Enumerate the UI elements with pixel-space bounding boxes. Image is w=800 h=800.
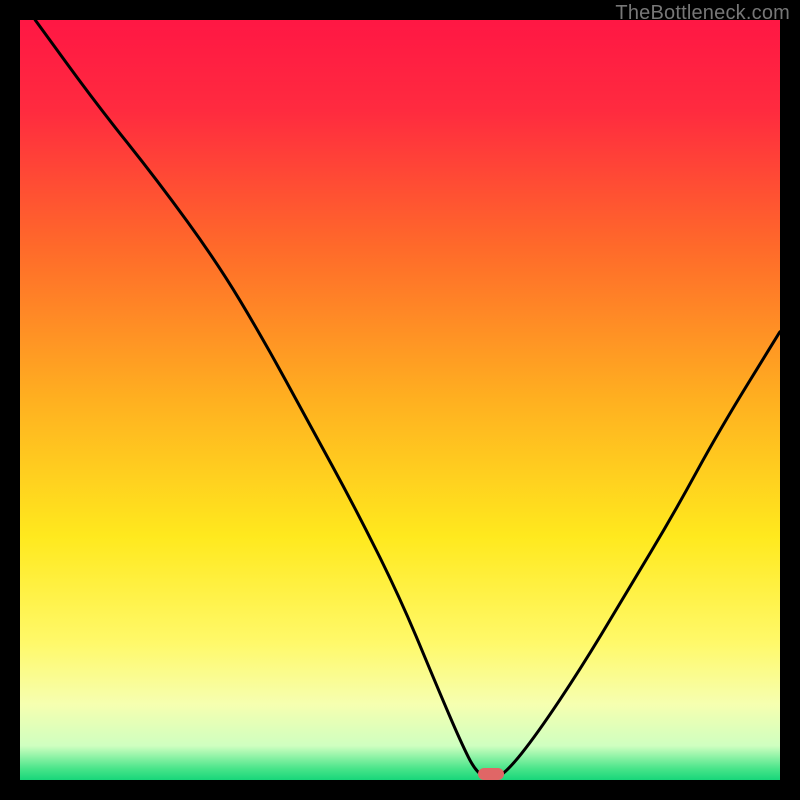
chart-frame: TheBottleneck.com	[0, 0, 800, 800]
bottleneck-curve	[20, 20, 780, 780]
plot-area	[20, 20, 780, 780]
optimal-marker	[478, 768, 504, 780]
